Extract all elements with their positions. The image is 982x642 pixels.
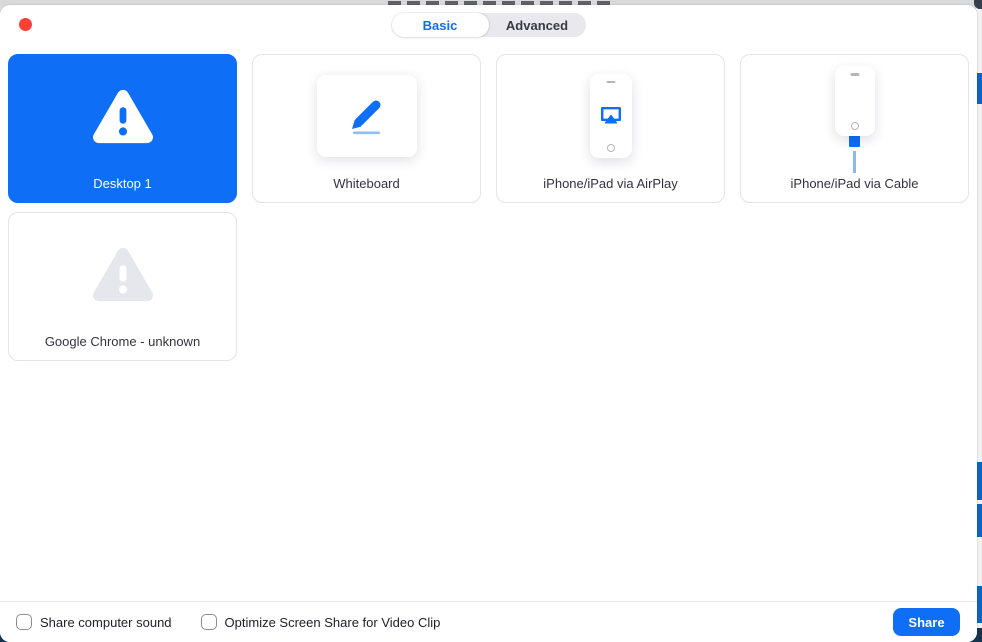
tile-iphone-airplay[interactable]: iPhone/iPad via AirPlay [496, 54, 725, 203]
phone-home-button [850, 122, 859, 130]
checkbox-label: Optimize Screen Share for Video Clip [224, 614, 441, 630]
share-button[interactable]: Share [893, 608, 960, 636]
phone-speaker [606, 80, 615, 83]
phone-shape [589, 73, 632, 158]
pen-icon [316, 74, 417, 157]
phone-speaker [850, 73, 859, 76]
dialog-titlebar: Basic Advanced [0, 5, 977, 54]
phone-shape [834, 66, 875, 136]
optimize-video-clip-checkbox-group[interactable]: Optimize Screen Share for Video Clip [200, 614, 441, 630]
warning-triangle-icon [9, 213, 236, 334]
tile-label: Google Chrome - unknown [44, 334, 201, 349]
airplay-icon [600, 106, 621, 124]
basic-advanced-segmented-control: Basic Advanced [391, 13, 586, 37]
checkbox-label: Share computer sound [40, 614, 172, 630]
close-button[interactable] [19, 18, 32, 31]
phone-home-button [606, 143, 615, 152]
tab-basic[interactable]: Basic [391, 13, 489, 37]
warning-triangle-icon [9, 55, 236, 176]
share-dialog-window: Basic Advanced Desktop 1 Whiteboard iPho… [0, 5, 977, 642]
tile-desktop-1[interactable]: Desktop 1 [8, 54, 237, 203]
tab-advanced[interactable]: Advanced [489, 13, 586, 37]
tile-label: Whiteboard [333, 176, 400, 191]
tile-whiteboard[interactable]: Whiteboard [252, 54, 481, 203]
whiteboard-card [253, 55, 480, 176]
share-source-grid: Desktop 1 Whiteboard iPhone/iPad via Air… [0, 54, 977, 361]
tile-label: iPhone/iPad via AirPlay [543, 176, 678, 191]
cable-stack [834, 66, 875, 173]
cable-phone-icon [741, 55, 968, 176]
tile-iphone-cable[interactable]: iPhone/iPad via Cable [740, 54, 969, 203]
optimize-video-clip-checkbox[interactable] [200, 614, 217, 630]
share-computer-sound-checkbox[interactable] [16, 614, 32, 630]
share-computer-sound-checkbox-group[interactable]: Share computer sound [16, 614, 172, 630]
airplay-phone-icon [497, 55, 724, 176]
tile-label: iPhone/iPad via Cable [790, 176, 919, 191]
screen: Basic Advanced Desktop 1 Whiteboard iPho… [0, 0, 982, 642]
tile-label: Desktop 1 [93, 176, 152, 191]
cable-wire-icon [853, 151, 856, 173]
tile-google-chrome-unknown[interactable]: Google Chrome - unknown [8, 212, 237, 361]
dialog-footer: Share computer sound Optimize Screen Sha… [0, 601, 977, 642]
